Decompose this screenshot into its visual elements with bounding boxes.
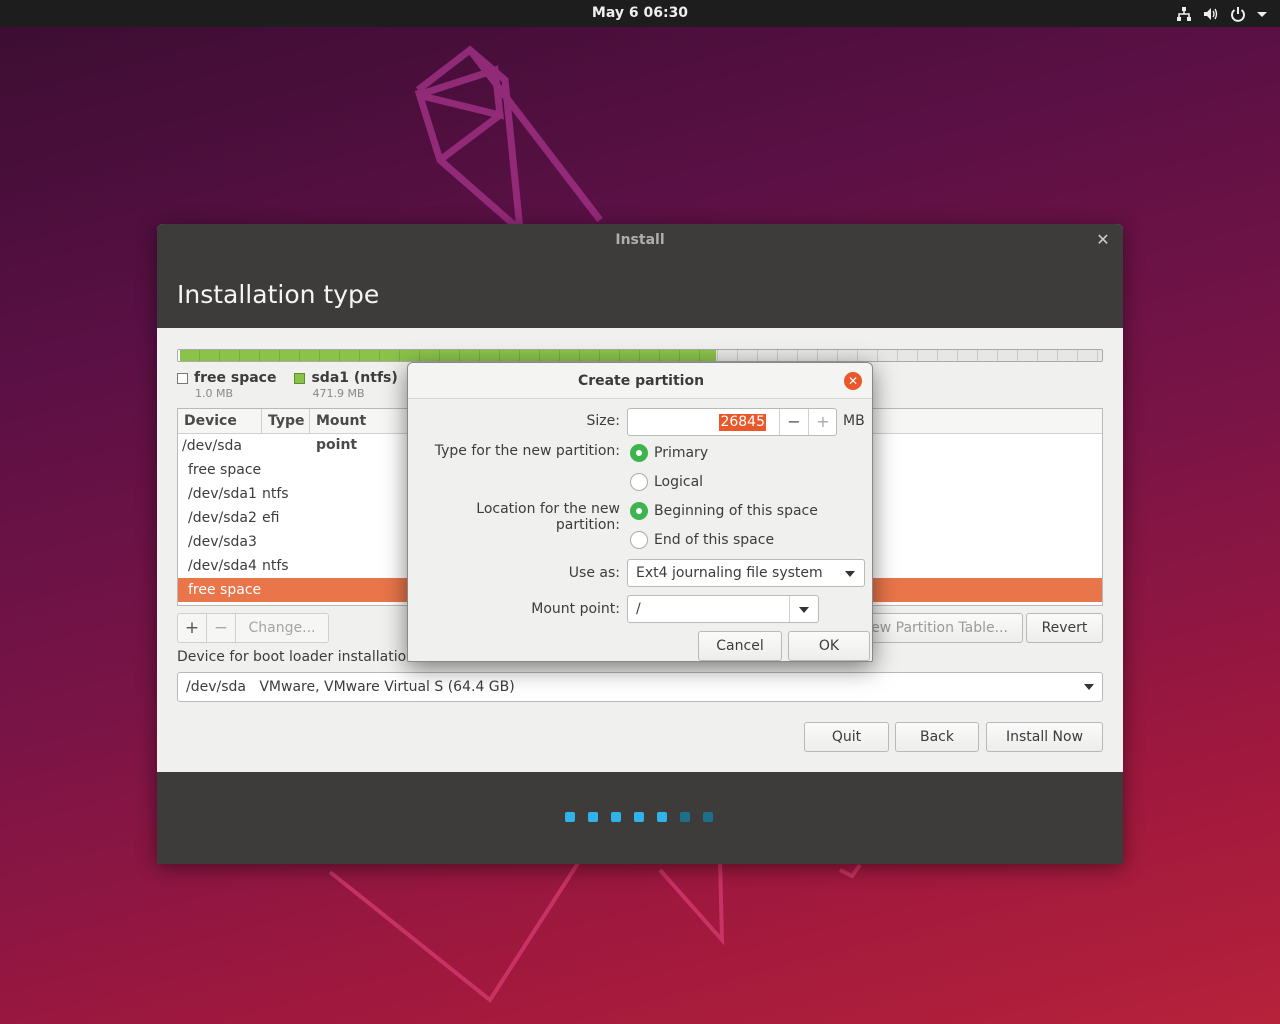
mount-point-label: Mount point: [531, 601, 620, 617]
remove-partition-button[interactable]: − [207, 614, 236, 642]
use-as-select[interactable]: Ext4 journaling file system [627, 559, 865, 587]
boot-device-description: VMware, VMware Virtual S (64.4 GB) [259, 679, 515, 695]
window-title: Install [615, 232, 665, 248]
install-now-button[interactable]: Install Now [986, 722, 1103, 752]
legend-swatch [294, 372, 306, 384]
primary-radio[interactable]: Primary [630, 444, 708, 462]
column-header-type[interactable]: Type [262, 409, 310, 433]
decrease-size-button[interactable]: − [779, 409, 808, 435]
row-type [262, 434, 322, 458]
use-as-label: Use as: [568, 565, 620, 581]
row-device: /dev/sda1 [188, 486, 257, 502]
size-label: Size: [586, 413, 620, 429]
quit-button[interactable]: Quit [804, 722, 889, 752]
dialog-title: Create partition [408, 363, 872, 399]
row-type [262, 578, 322, 602]
radio-unchecked-icon [630, 473, 648, 491]
column-header-mount-point[interactable]: Mount point [310, 409, 410, 453]
progress-step [657, 812, 667, 822]
close-icon[interactable]: ✕ [1095, 232, 1111, 248]
size-unit: MB [843, 413, 865, 429]
ok-button[interactable]: OK [788, 631, 870, 661]
boot-device: /dev/sda [186, 679, 246, 695]
legend-size: 1.0 MB [195, 387, 234, 400]
legend-label: sda1 (ntfs) [311, 370, 398, 386]
partition-tools: + − Change... [177, 613, 329, 643]
use-as-value: Ext4 journaling file system [636, 565, 823, 581]
change-partition-button[interactable]: Change... [236, 614, 328, 642]
progress-footer [157, 772, 1123, 864]
mount-point-combo[interactable]: / [627, 595, 819, 623]
add-partition-button[interactable]: + [178, 614, 207, 642]
legend-label: free space [194, 370, 277, 386]
radio-unchecked-icon [630, 531, 648, 549]
beginning-radio-label: Beginning of this space [654, 503, 818, 519]
logical-radio[interactable]: Logical [630, 473, 703, 491]
row-device: free space [188, 462, 262, 478]
row-device: /dev/sda4 [188, 558, 257, 574]
top-bar: May 6 06:30 [0, 0, 1280, 27]
row-device: /dev/sda [182, 438, 242, 454]
row-type [262, 530, 322, 554]
beginning-radio[interactable]: Beginning of this space [630, 502, 818, 520]
progress-step [588, 812, 598, 822]
back-button[interactable]: Back [895, 722, 979, 752]
create-partition-dialog: Create partition ✕ Size: 26845 − + MB Ty… [407, 362, 873, 662]
chevron-down-icon [1084, 684, 1094, 690]
close-icon[interactable]: ✕ [844, 372, 862, 390]
chevron-down-icon[interactable] [799, 607, 809, 613]
row-device: free space [188, 582, 262, 598]
row-type: ntfs [262, 558, 289, 574]
window-titlebar: Install ✕ Installation type [157, 224, 1123, 328]
partition-type-label: Type for the new partition: [434, 443, 620, 459]
clock[interactable]: May 6 06:30 [540, 0, 740, 27]
combo-divider [789, 596, 790, 622]
legend-item: free space 1.0 MB [177, 370, 276, 400]
end-radio-label: End of this space [654, 532, 775, 548]
power-icon[interactable] [1230, 6, 1246, 22]
progress-step [680, 812, 690, 822]
cancel-button[interactable]: Cancel [698, 631, 782, 661]
volume-icon[interactable] [1202, 6, 1220, 22]
progress-step [611, 812, 621, 822]
primary-radio-label: Primary [654, 445, 709, 461]
increase-size-button[interactable]: + [808, 409, 837, 435]
new-partition-table-button[interactable]: ew Partition Table... [857, 613, 1023, 643]
progress-step [565, 812, 575, 822]
boot-loader-label: Device for boot loader installation: [177, 649, 420, 665]
legend-swatch [177, 372, 188, 384]
progress-dots [565, 812, 713, 822]
legend-size: 471.9 MB [312, 387, 365, 400]
progress-step [634, 812, 644, 822]
end-radio[interactable]: End of this space [630, 531, 774, 549]
page-title: Installation type [177, 280, 380, 309]
legend-item: sda1 (ntfs) 471.9 MB [294, 370, 398, 400]
location-label: Location for the new partition: [476, 501, 620, 533]
boot-loader-select[interactable]: /dev/sda VMware, VMware Virtual S (64.4 … [177, 672, 1103, 702]
size-value[interactable]: 26845 [719, 414, 766, 431]
progress-step [703, 812, 713, 822]
disk-legend: free space 1.0 MB sda1 (ntfs) 471.9 MB [177, 370, 434, 400]
menu-arrow-icon[interactable] [1256, 6, 1268, 22]
column-header-device[interactable]: Device [178, 409, 262, 433]
chevron-down-icon [845, 571, 855, 577]
size-field[interactable]: 26845 − + [627, 408, 837, 436]
revert-button[interactable]: Revert [1026, 613, 1103, 643]
disk-usage-bar [177, 349, 1103, 362]
row-type: efi [262, 510, 280, 526]
network-icon[interactable] [1176, 6, 1192, 22]
disk-segment [180, 350, 716, 361]
row-device: /dev/sda3 [188, 534, 257, 550]
radio-checked-icon [630, 444, 648, 462]
radio-checked-icon [630, 502, 648, 520]
row-type [262, 458, 322, 482]
mount-point-value[interactable]: / [636, 601, 641, 617]
system-tray[interactable] [1176, 0, 1268, 27]
row-device: /dev/sda2 [188, 510, 257, 526]
logical-radio-label: Logical [654, 474, 704, 490]
row-type: ntfs [262, 486, 289, 502]
